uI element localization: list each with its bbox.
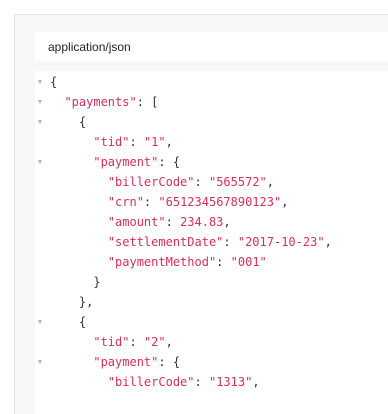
- fold-toggle-icon[interactable]: [35, 92, 45, 112]
- code-text: "paymentMethod": "001": [107, 255, 267, 269]
- code-line: "paymentMethod": "001": [35, 252, 388, 272]
- fold-toggle-icon[interactable]: [35, 112, 45, 132]
- code-line: "payment": {: [35, 352, 388, 372]
- code-text: "payment": {: [93, 155, 181, 169]
- code-line: "crn": "651234567890123",: [35, 192, 388, 212]
- code-line: "tid": "2",: [35, 332, 388, 352]
- code-line: {: [35, 312, 388, 332]
- fold-toggle-icon[interactable]: [35, 152, 45, 172]
- code-text: {: [78, 115, 87, 129]
- code-line: "tid": "1",: [35, 132, 388, 152]
- code-line: {: [35, 112, 388, 132]
- code-text: "tid": "2",: [93, 335, 173, 349]
- code-text: "amount": 234.83,: [107, 215, 231, 229]
- content-type-select[interactable]: application/json ⌄: [35, 32, 388, 61]
- code-text: "billerCode": "1313",: [107, 375, 260, 389]
- code-line: "amount": 234.83,: [35, 212, 388, 232]
- fold-toggle-icon[interactable]: [35, 312, 45, 332]
- fold-toggle-icon[interactable]: [35, 72, 45, 92]
- code-line: }: [35, 272, 388, 292]
- code-line: "billerCode": "565572",: [35, 172, 388, 192]
- code-text: {: [50, 75, 58, 89]
- code-text: "tid": "1",: [93, 135, 173, 149]
- code-text: "billerCode": "565572",: [107, 175, 274, 189]
- code-text: "payments": [: [64, 95, 159, 109]
- code-text: }: [93, 275, 101, 289]
- code-line: "billerCode": "1313",: [35, 372, 388, 392]
- code-text: "payment": {: [93, 355, 181, 369]
- code-text: {: [78, 315, 87, 329]
- code-text: "settlementDate": "2017-10-23",: [107, 235, 332, 249]
- code-text: },: [78, 295, 94, 309]
- code-text: "crn": "651234567890123",: [107, 195, 289, 209]
- fold-toggle-icon[interactable]: [35, 352, 45, 372]
- response-example-panel: application/json ⌄ { "payments": [ { "ti…: [14, 14, 388, 414]
- code-line: {: [35, 72, 388, 92]
- code-line: "settlementDate": "2017-10-23",: [35, 232, 388, 252]
- content-type-value: application/json: [48, 39, 131, 54]
- code-line: "payment": {: [35, 152, 388, 172]
- json-code-editor[interactable]: { "payments": [ { "tid": "1", "payment":…: [35, 71, 388, 414]
- code-line: "payments": [: [35, 92, 388, 112]
- code-line: },: [35, 292, 388, 312]
